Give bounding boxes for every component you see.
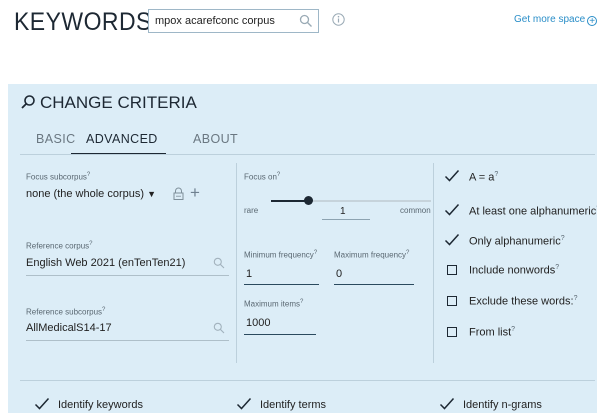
focus-subcorpus-select[interactable]: none (the whole corpus) ▼ [26,188,156,200]
include-nonwords-checkbox[interactable] [447,265,457,275]
identify-keywords-option[interactable]: Identify keywords [58,399,143,411]
checkmark-icon[interactable] [34,397,50,411]
corpus-search-box[interactable] [148,9,319,33]
get-more-space-label: Get more space [514,14,586,25]
identify-terms-option[interactable]: Identify terms [260,399,326,411]
reference-subcorpus-label: Reference subcorpus? [26,307,106,317]
tab-basic[interactable]: BASIC [36,132,76,146]
focus-value-input[interactable]: 1 [340,206,346,217]
from-list-checkbox[interactable] [447,327,457,337]
option-include-nonwords[interactable]: Include nonwords? [469,264,559,277]
max-items-input[interactable]: 1000 [246,317,270,329]
option-case-insensitive[interactable]: A = a? [469,171,498,184]
option-at-least-one-alphanumeric[interactable]: At least one alphanumeric? [469,205,597,218]
tabs-divider [20,154,595,155]
focus-slider-handle[interactable] [304,196,313,205]
option-from-list[interactable]: From list? [469,326,515,339]
max-items-underline [244,334,316,335]
focus-on-label: Focus on? [244,172,281,182]
checkmark-icon[interactable] [236,397,252,411]
checkmark-icon[interactable] [444,169,460,183]
plus-circle-icon: + [587,16,597,27]
panel-title: CHANGE CRITERIA [20,93,197,113]
info-icon[interactable] [332,13,345,26]
common-label: common [400,206,431,215]
tab-about[interactable]: ABOUT [193,132,238,146]
min-frequency-underline [244,284,319,285]
bottom-divider [20,380,595,381]
panel-title-text: CHANGE CRITERIA [40,93,197,112]
rare-label: rare [244,206,259,215]
app-title: KEYWORDS [14,8,152,36]
min-frequency-label: Minimum frequency? [244,250,318,260]
option-exclude-these-words[interactable]: Exclude these words:? [469,295,577,308]
dropdown-caret-icon: ▼ [147,189,156,199]
checkmark-icon[interactable] [439,397,455,411]
get-more-space-link[interactable]: Get more space + [514,14,597,27]
top-bar: KEYWORDS Get more space+ [0,0,597,48]
max-frequency-input[interactable]: 0 [336,268,342,280]
exclude-words-checkbox[interactable] [447,296,457,306]
option-only-alphanumeric[interactable]: Only alphanumeric? [469,235,565,248]
reference-corpus-underline [26,275,229,276]
reference-subcorpus-field[interactable]: AllMedicalS14-17 [26,322,112,334]
reference-corpus-label: Reference corpus? [26,241,93,251]
reference-subcorpus-underline [26,340,229,341]
tab-advanced[interactable]: ADVANCED [86,132,158,146]
column-divider-left [236,163,237,363]
identify-ngrams-option[interactable]: Identify n-grams [463,399,542,411]
reference-corpus-field[interactable]: English Web 2021 (enTenTen21) [26,257,185,269]
checkmark-icon[interactable] [444,203,460,217]
max-frequency-underline [334,284,414,285]
checkmark-icon[interactable] [444,233,460,247]
max-frequency-label: Maximum frequency? [334,250,410,260]
min-frequency-input[interactable]: 1 [246,268,252,280]
search-icon[interactable] [299,14,313,28]
reference-subcorpus-search-icon[interactable] [213,321,225,339]
magnifier-icon [21,95,35,109]
corpus-search-input[interactable] [155,13,295,29]
add-subcorpus-icon[interactable]: + [190,183,200,203]
reference-corpus-search-icon[interactable] [213,256,225,274]
focus-slider-fill [271,200,308,202]
max-items-label: Maximum items? [244,299,304,309]
lock-icon[interactable] [173,187,184,205]
focus-value-underline [322,219,370,220]
focus-subcorpus-label: Focus subcorpus? [26,172,91,182]
column-divider-right [433,163,434,363]
